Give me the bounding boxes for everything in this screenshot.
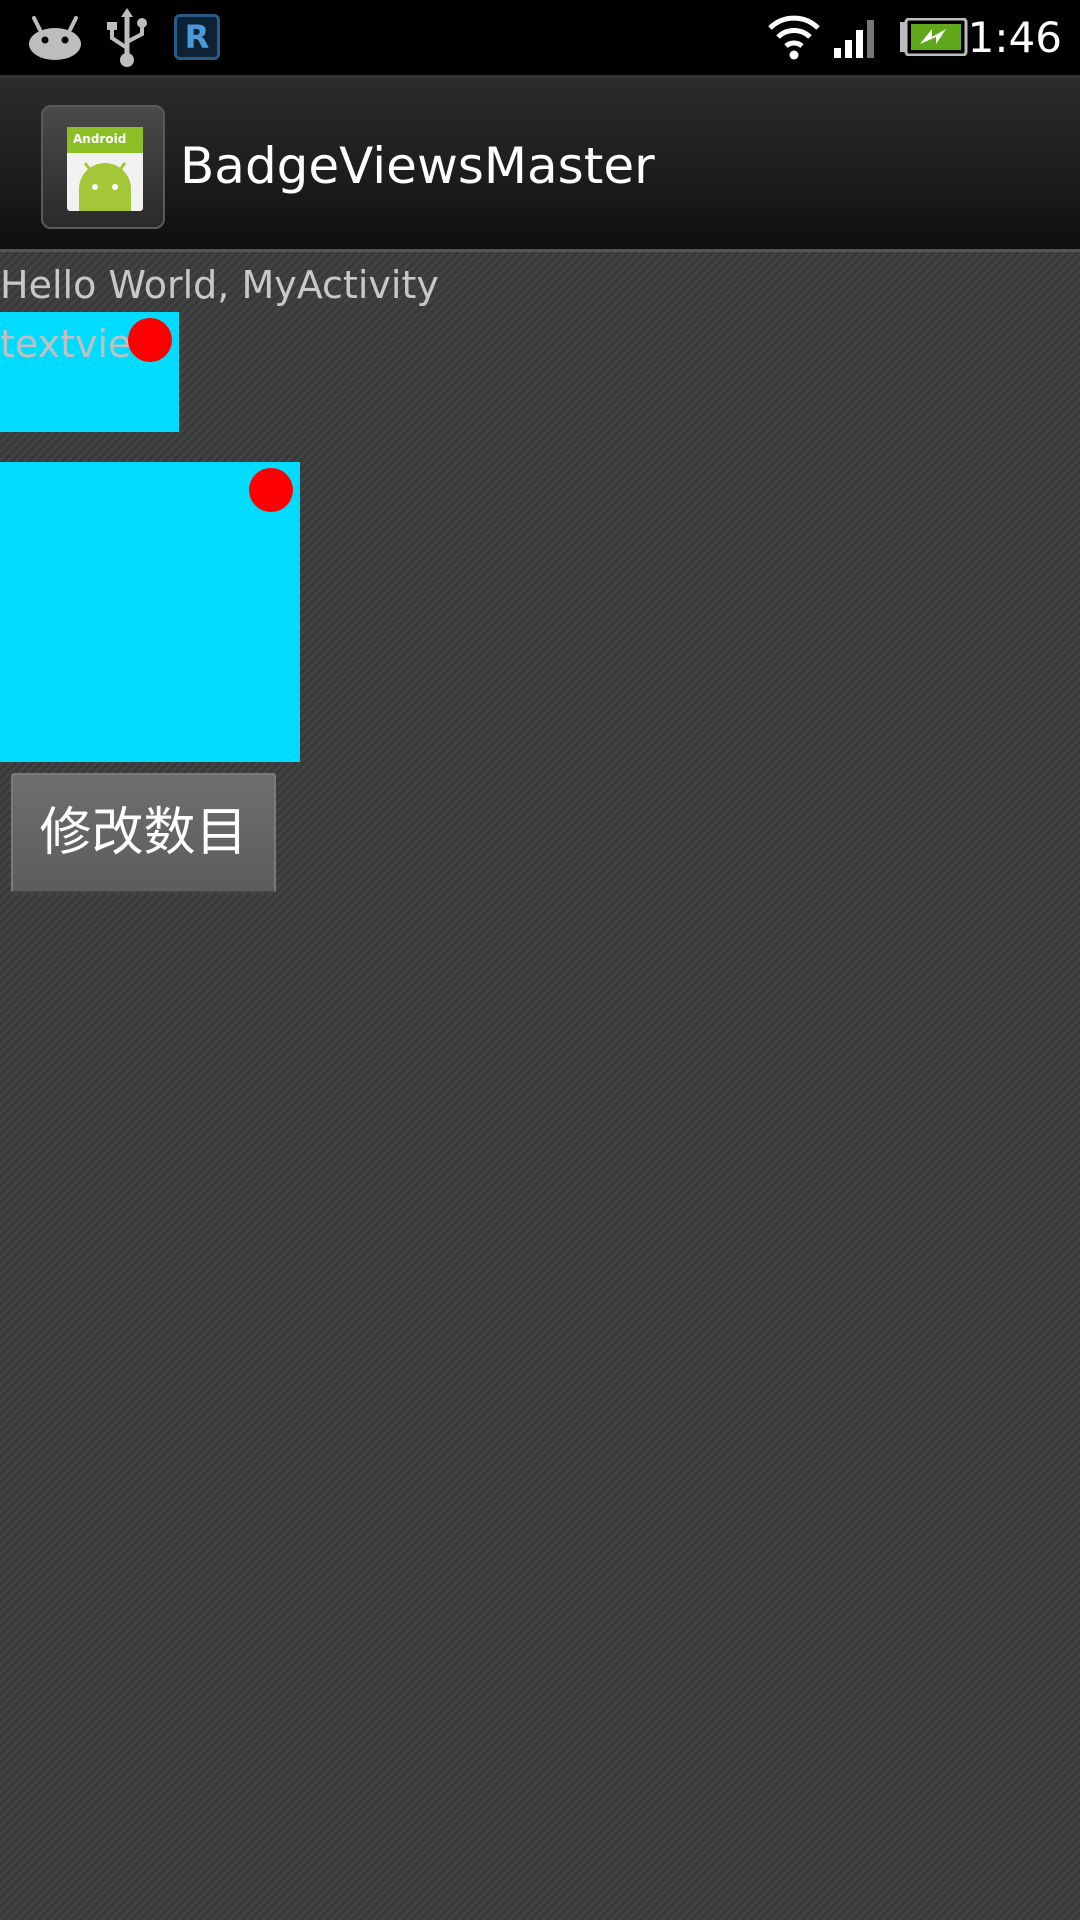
signal-icon (834, 20, 874, 58)
status-bar: R 1:46 (0, 0, 1080, 75)
red-badge-dot (128, 318, 172, 362)
usb-icon (107, 8, 147, 67)
android-robot-icon: Android (67, 127, 143, 211)
screen: R 1:46 Android BadgeViewsMaster Hello Wo… (0, 0, 1080, 1920)
r-app-icon: R (174, 14, 220, 60)
app-icon-text: Android (73, 132, 126, 146)
android-notification-icon (29, 16, 81, 60)
modify-count-button[interactable]: 修改数目 (11, 773, 276, 893)
badge-target-box (0, 462, 300, 762)
status-time: 1:46 (967, 13, 1062, 62)
red-badge-dot (249, 468, 293, 512)
action-bar: Android BadgeViewsMaster (0, 75, 1080, 252)
app-title: BadgeViewsMaster (180, 137, 655, 195)
wifi-icon (768, 15, 820, 60)
hello-text: Hello World, MyActivity (0, 263, 439, 307)
battery-charging-icon (900, 18, 968, 56)
android-app-icon[interactable]: Android (41, 105, 165, 229)
